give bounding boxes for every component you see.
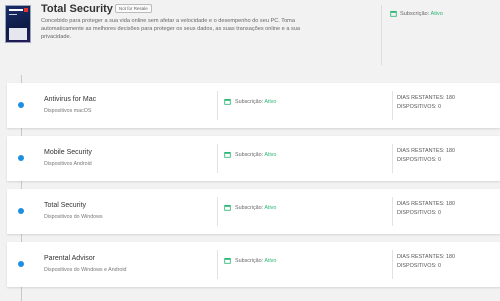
card-divider xyxy=(392,197,393,226)
card-devices-count: DISPOSITIVOS: 0 xyxy=(397,157,442,163)
card-product-name: Antivirus for Mac xyxy=(44,96,97,103)
timeline-dot xyxy=(18,261,24,267)
card-devices-count: DISPOSITIVOS: 0 xyxy=(397,263,442,269)
timeline-dot xyxy=(18,208,24,214)
card-product-name: Mobile Security xyxy=(44,149,92,156)
calendar-icon xyxy=(224,204,231,211)
card-divider xyxy=(217,250,218,279)
calendar-icon xyxy=(224,257,231,264)
product-box-image xyxy=(5,5,31,43)
subscription-status: Ativo xyxy=(430,11,443,17)
card-product-name: Parental Advisor xyxy=(44,255,95,262)
subscription-label: Subscrição: xyxy=(400,11,430,17)
subscription-card[interactable]: Total Security Dispositivos do Windows S… xyxy=(7,189,500,234)
card-divider xyxy=(392,250,393,279)
calendar-icon xyxy=(224,98,231,105)
card-divider xyxy=(217,144,218,173)
card-device-type: Dispositivos do Windows xyxy=(44,214,103,220)
product-subscription: Subscrição: Ativo xyxy=(390,10,443,17)
card-subscription: Subscrição: Ativo xyxy=(235,205,277,211)
card-days-remaining: DIAS RESTANTES: 180 xyxy=(397,201,456,207)
card-divider xyxy=(392,144,393,173)
timeline-dot xyxy=(18,155,24,161)
card-devices-count: DISPOSITIVOS: 0 xyxy=(397,210,442,216)
card-device-type: Dispositivos Android xyxy=(44,161,92,167)
not-for-resale-badge: Not for Resale xyxy=(115,4,152,13)
card-divider xyxy=(392,91,393,120)
card-device-type: Dispositivos do Windows e Android xyxy=(44,267,127,273)
card-days-remaining: DIAS RESTANTES: 180 xyxy=(397,148,456,154)
card-subscription: Subscrição: Ativo xyxy=(235,152,277,158)
product-description: Concebido para proteger a sua vida onlin… xyxy=(41,18,301,40)
product-title: Total Security xyxy=(41,3,113,15)
product-header: Total Security Not for Resale Concebido … xyxy=(0,0,500,66)
timeline-dot xyxy=(18,102,24,108)
subscription-card[interactable]: Mobile Security Dispositivos Android Sub… xyxy=(7,136,500,181)
card-days-remaining: DIAS RESTANTES: 180 xyxy=(397,254,456,260)
card-divider xyxy=(217,91,218,120)
card-days-remaining: DIAS RESTANTES: 180 xyxy=(397,95,456,101)
card-product-name: Total Security xyxy=(44,202,87,209)
header-divider xyxy=(381,5,382,65)
card-subscription: Subscrição: Ativo xyxy=(235,258,277,264)
subscription-card[interactable]: Parental Advisor Dispositivos do Windows… xyxy=(7,242,500,287)
card-devices-count: DISPOSITIVOS: 0 xyxy=(397,104,442,110)
subscription-card[interactable]: Antivirus for Mac Dispositivos macOS Sub… xyxy=(7,83,500,128)
card-divider xyxy=(217,197,218,226)
calendar-icon xyxy=(390,10,397,17)
calendar-icon xyxy=(224,151,231,158)
card-device-type: Dispositivos macOS xyxy=(44,108,92,114)
card-subscription: Subscrição: Ativo xyxy=(235,99,277,105)
